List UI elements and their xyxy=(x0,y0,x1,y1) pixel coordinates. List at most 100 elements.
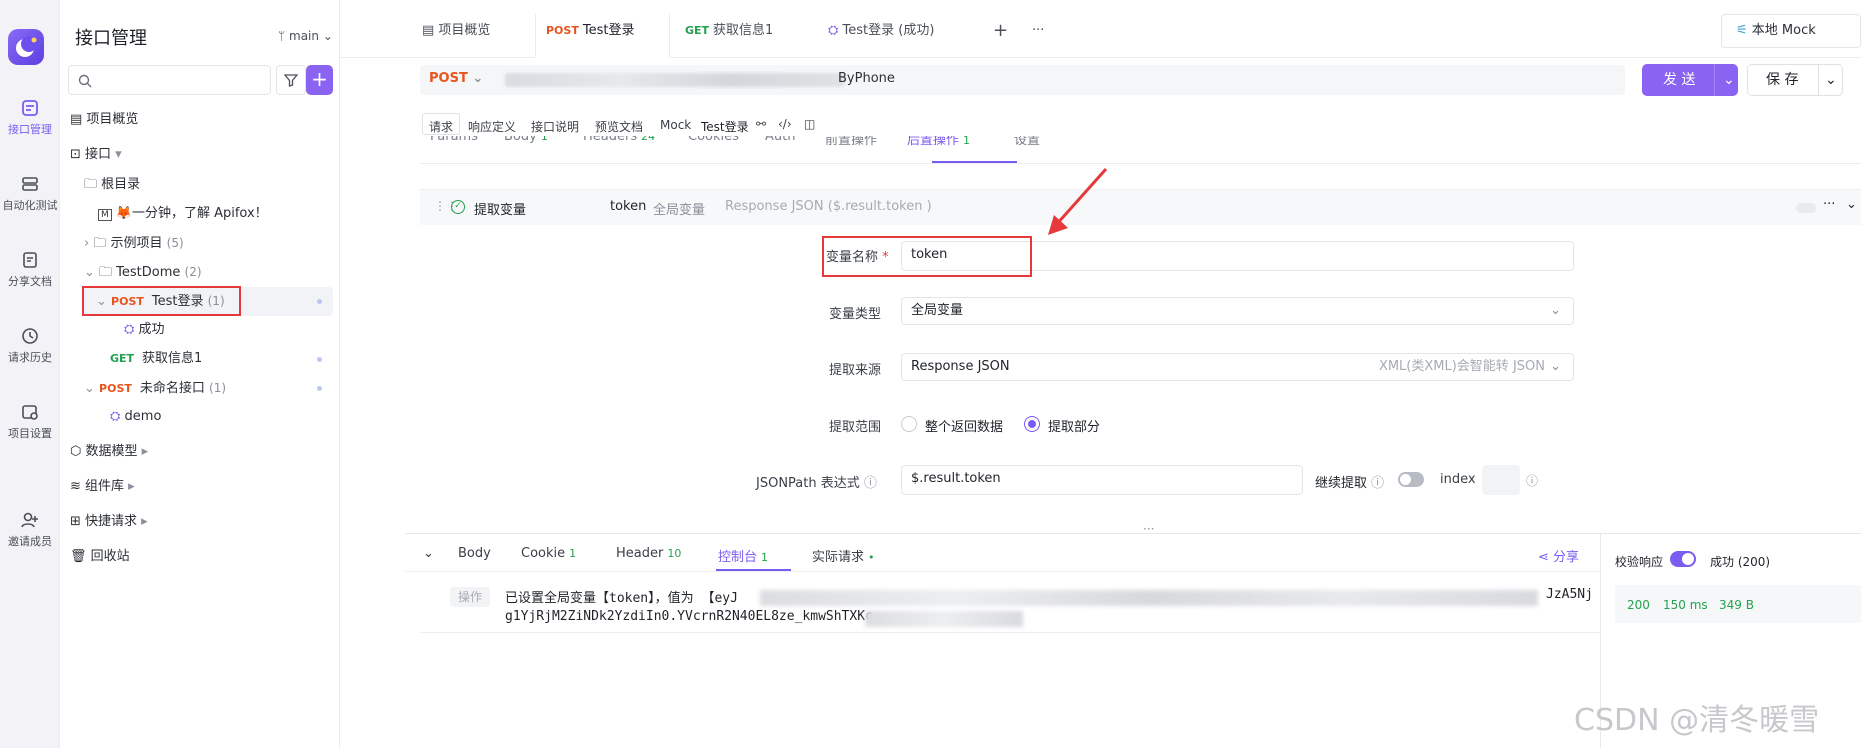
chevron-down-icon: ⌄ xyxy=(1550,359,1561,374)
tree-item-overview[interactable]: ▤ 项目概览 xyxy=(70,108,138,132)
tab-headers[interactable]: Headers 24 xyxy=(583,136,655,144)
tree-item-trash[interactable]: 🗑 回收站 xyxy=(70,545,130,569)
tab-login-success[interactable]: ⛭ Test登录 (成功) xyxy=(828,14,934,48)
help-icon[interactable]: ⓘ xyxy=(860,476,877,491)
tab-params[interactable]: Params xyxy=(430,136,478,144)
subtab-response-def[interactable]: 响应定义 xyxy=(468,118,516,135)
filter-button[interactable] xyxy=(276,65,306,95)
rail-invite[interactable]: 邀请成员 xyxy=(0,510,60,549)
share-button[interactable]: ⋖ 分享 xyxy=(1538,546,1579,565)
save-button[interactable]: 保 存 ⌄ xyxy=(1747,64,1843,96)
tree-item-success[interactable]: ⛭ 成功 xyxy=(124,318,165,342)
env-selector[interactable]: ⚟ 本地 Mock xyxy=(1721,14,1861,48)
more-tabs-button[interactable]: ··· xyxy=(1032,14,1044,48)
case-icon: ⛭ xyxy=(124,322,139,337)
continue-toggle[interactable] xyxy=(1398,472,1424,487)
tree-item-examples[interactable]: › 🗀 示例项目 (5) xyxy=(84,231,184,255)
chevron-down-icon[interactable]: ⌄ xyxy=(1846,197,1857,212)
tab-getinfo[interactable]: GET 获取信息1 xyxy=(685,14,773,48)
chevron-down-icon: ⌄ xyxy=(1818,65,1837,95)
extract-summary: Response JSON ($.result.token ) xyxy=(725,199,932,214)
more-options-icon[interactable]: ··· xyxy=(1823,197,1835,212)
chevron-down-icon: ⌄ xyxy=(84,265,100,280)
link-icon[interactable]: ⚯ xyxy=(756,117,766,131)
tab-pre[interactable]: 前置操作 xyxy=(825,136,877,148)
extract-title: 提取变量 xyxy=(474,203,527,218)
method-select[interactable]: POST ⌄ xyxy=(429,71,483,86)
collapse-icon[interactable]: ⌄ xyxy=(423,546,434,561)
resp-tab-body[interactable]: Body xyxy=(458,546,491,561)
validate-toggle[interactable] xyxy=(1670,551,1696,567)
subtab-request[interactable]: 请求 xyxy=(429,118,453,135)
tab-login[interactable]: POST Test登录 xyxy=(546,14,634,48)
tree-item-interfaces[interactable]: ⊡ 接口 ▾ xyxy=(70,143,122,167)
subtab-name[interactable]: Test登录 xyxy=(701,118,749,135)
annotation-box-login xyxy=(82,286,241,316)
resp-tab-console[interactable]: 控制台 1 xyxy=(718,546,768,565)
rail-auto-test[interactable]: 自动化测试 xyxy=(0,174,60,213)
continue-extract-label: 继续提取 ⓘ xyxy=(1315,472,1384,491)
tree-item-demo[interactable]: ⛭ demo xyxy=(110,405,161,429)
tree-item-folder[interactable]: ⌄ 🗀 TestDome (2) xyxy=(84,260,202,284)
resp-tab-header[interactable]: Header 10 xyxy=(616,546,681,561)
env-label: 本地 Mock xyxy=(1751,23,1816,38)
var-type-select[interactable]: 全局变量 ⌄ xyxy=(901,297,1574,325)
tree-label: 获取信息1 xyxy=(142,351,203,366)
tab-settings[interactable]: 设置 xyxy=(1014,136,1040,148)
code-icon[interactable]: ‹/› xyxy=(778,117,792,131)
tree-item-quick[interactable]: ⊞ 快捷请求 ▸ xyxy=(70,510,148,534)
source-label: 提取来源 xyxy=(829,363,882,378)
range-whole-radio[interactable] xyxy=(901,416,917,432)
help-icon[interactable]: ⓘ xyxy=(1526,472,1538,489)
branch-selector[interactable]: ᛘ main ⌄ xyxy=(278,29,333,43)
share-label: 分享 xyxy=(1553,550,1580,565)
select-value: 全局变量 xyxy=(911,303,964,318)
range-part-radio[interactable] xyxy=(1024,416,1040,432)
resp-tab-actual[interactable]: 实际请求 • xyxy=(812,546,875,565)
method-tag: GET xyxy=(110,352,135,365)
status-dot xyxy=(317,299,322,304)
select-value: Response JSON xyxy=(911,359,1010,374)
rail-project-settings[interactable]: 项目设置 xyxy=(0,402,60,441)
tree-item-intro[interactable]: M 🦊一分钟，了解 Apifox！ xyxy=(98,202,268,226)
subtab-preview[interactable]: 预览文档 xyxy=(595,118,643,135)
add-tab-button[interactable]: + xyxy=(993,14,1008,48)
subtab-description[interactable]: 接口说明 xyxy=(531,118,579,135)
rail-history[interactable]: 请求历史 xyxy=(0,326,60,365)
validate-result[interactable]: 成功 (200) xyxy=(1710,553,1770,570)
tab-post[interactable]: 后置操作 1 xyxy=(907,136,970,148)
app-window: 接口管理 自动化测试 分享文档 请求历史 项目设置 邀请成员 接口管理 ᛘ ma… xyxy=(0,0,1861,748)
resp-tab-cookie[interactable]: Cookie 1 xyxy=(521,546,576,561)
plus-icon: + xyxy=(311,67,328,91)
count-badge: 10 xyxy=(667,547,682,560)
send-button[interactable]: 发 送 ⌄ xyxy=(1642,64,1738,96)
help-icon[interactable]: ⓘ xyxy=(1367,476,1384,491)
tree-item-unnamed[interactable]: ⌄ POST 未命名接口 (1) xyxy=(84,376,226,400)
source-select[interactable]: Response JSON XML(类XML)会智能转 JSON ⌄ xyxy=(901,353,1574,381)
tree-item-root[interactable]: 🗀 根目录 xyxy=(84,173,140,197)
tab-cookies[interactable]: Cookies xyxy=(688,136,739,144)
search-input[interactable] xyxy=(68,65,271,95)
tree-label: 根目录 xyxy=(101,177,141,192)
jsonpath-input[interactable]: $.result.token xyxy=(901,465,1303,495)
app-logo[interactable] xyxy=(8,29,44,65)
panel-icon[interactable]: ◫ xyxy=(804,117,815,131)
url-input[interactable]: ByPhone xyxy=(838,71,895,86)
tab-auth[interactable]: Auth xyxy=(765,136,795,144)
tab-overview[interactable]: ▤ 项目概览 xyxy=(422,14,490,48)
tree-item-getinfo[interactable]: GET 获取信息1 xyxy=(110,347,202,371)
status-dot xyxy=(317,386,322,391)
tree-item-models[interactable]: ⬡ 数据模型 ▸ xyxy=(70,440,148,464)
enable-toggle[interactable] xyxy=(1796,203,1816,213)
chevron-down-icon: ⌄ xyxy=(1714,64,1735,96)
tab-body[interactable]: Body 1 xyxy=(504,136,548,144)
add-button[interactable]: + xyxy=(306,65,333,95)
caret-right-icon: ▸ xyxy=(137,514,148,529)
rail-interface-management[interactable]: 接口管理 xyxy=(0,98,60,137)
index-input[interactable] xyxy=(1482,465,1520,495)
subtab-mock[interactable]: Mock xyxy=(660,118,691,132)
status-dot: • xyxy=(868,551,875,564)
method-label: POST xyxy=(429,71,468,86)
tree-item-components[interactable]: ≋ 组件库 ▸ xyxy=(70,475,135,499)
rail-share-docs[interactable]: 分享文档 xyxy=(0,250,60,289)
